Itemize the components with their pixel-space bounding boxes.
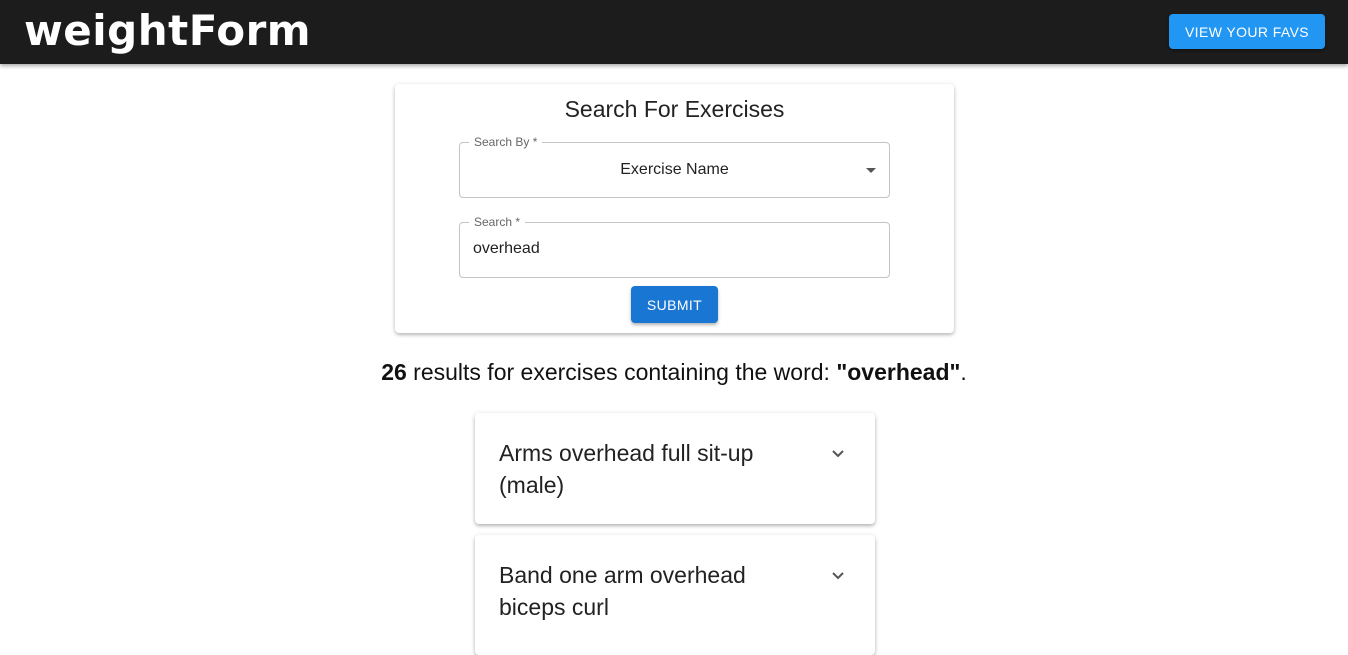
search-by-value[interactable]: Exercise Name xyxy=(460,161,889,179)
dropdown-arrow-icon[interactable] xyxy=(866,168,876,173)
search-field[interactable]: Search * xyxy=(459,214,890,278)
search-by-label: Search By * xyxy=(469,134,543,150)
chevron-down-icon[interactable] xyxy=(830,445,846,461)
chevron-down-icon[interactable] xyxy=(830,567,846,583)
submit-button[interactable]: SUBMIT xyxy=(631,286,718,323)
results-text: results for exercises containing the wor… xyxy=(406,359,837,385)
results-suffix: . xyxy=(960,359,967,385)
results-count: 26 xyxy=(381,359,407,385)
search-by-select[interactable]: Search By * Exercise Name xyxy=(459,134,890,198)
app-bar: weightForm VIEW YOUR FAVS xyxy=(0,0,1348,64)
result-title[interactable]: Band one arm overhead biceps curl xyxy=(499,559,799,623)
search-card: Search For Exercises Search By * Exercis… xyxy=(395,84,954,333)
search-label: Search * xyxy=(469,214,526,230)
results-summary: 26 results for exercises containing the … xyxy=(0,359,1348,386)
search-input[interactable] xyxy=(473,240,873,258)
result-title[interactable]: Arms overhead full sit-up (male) xyxy=(499,437,799,501)
view-favs-button[interactable]: VIEW YOUR FAVS xyxy=(1169,14,1325,49)
search-card-title: Search For Exercises xyxy=(564,96,785,122)
app-logo[interactable]: weightForm xyxy=(24,6,311,56)
search-term: "overhead" xyxy=(836,359,961,385)
result-card[interactable]: Band one arm overhead biceps curl xyxy=(475,535,875,655)
result-card[interactable]: Arms overhead full sit-up (male) xyxy=(475,413,875,524)
